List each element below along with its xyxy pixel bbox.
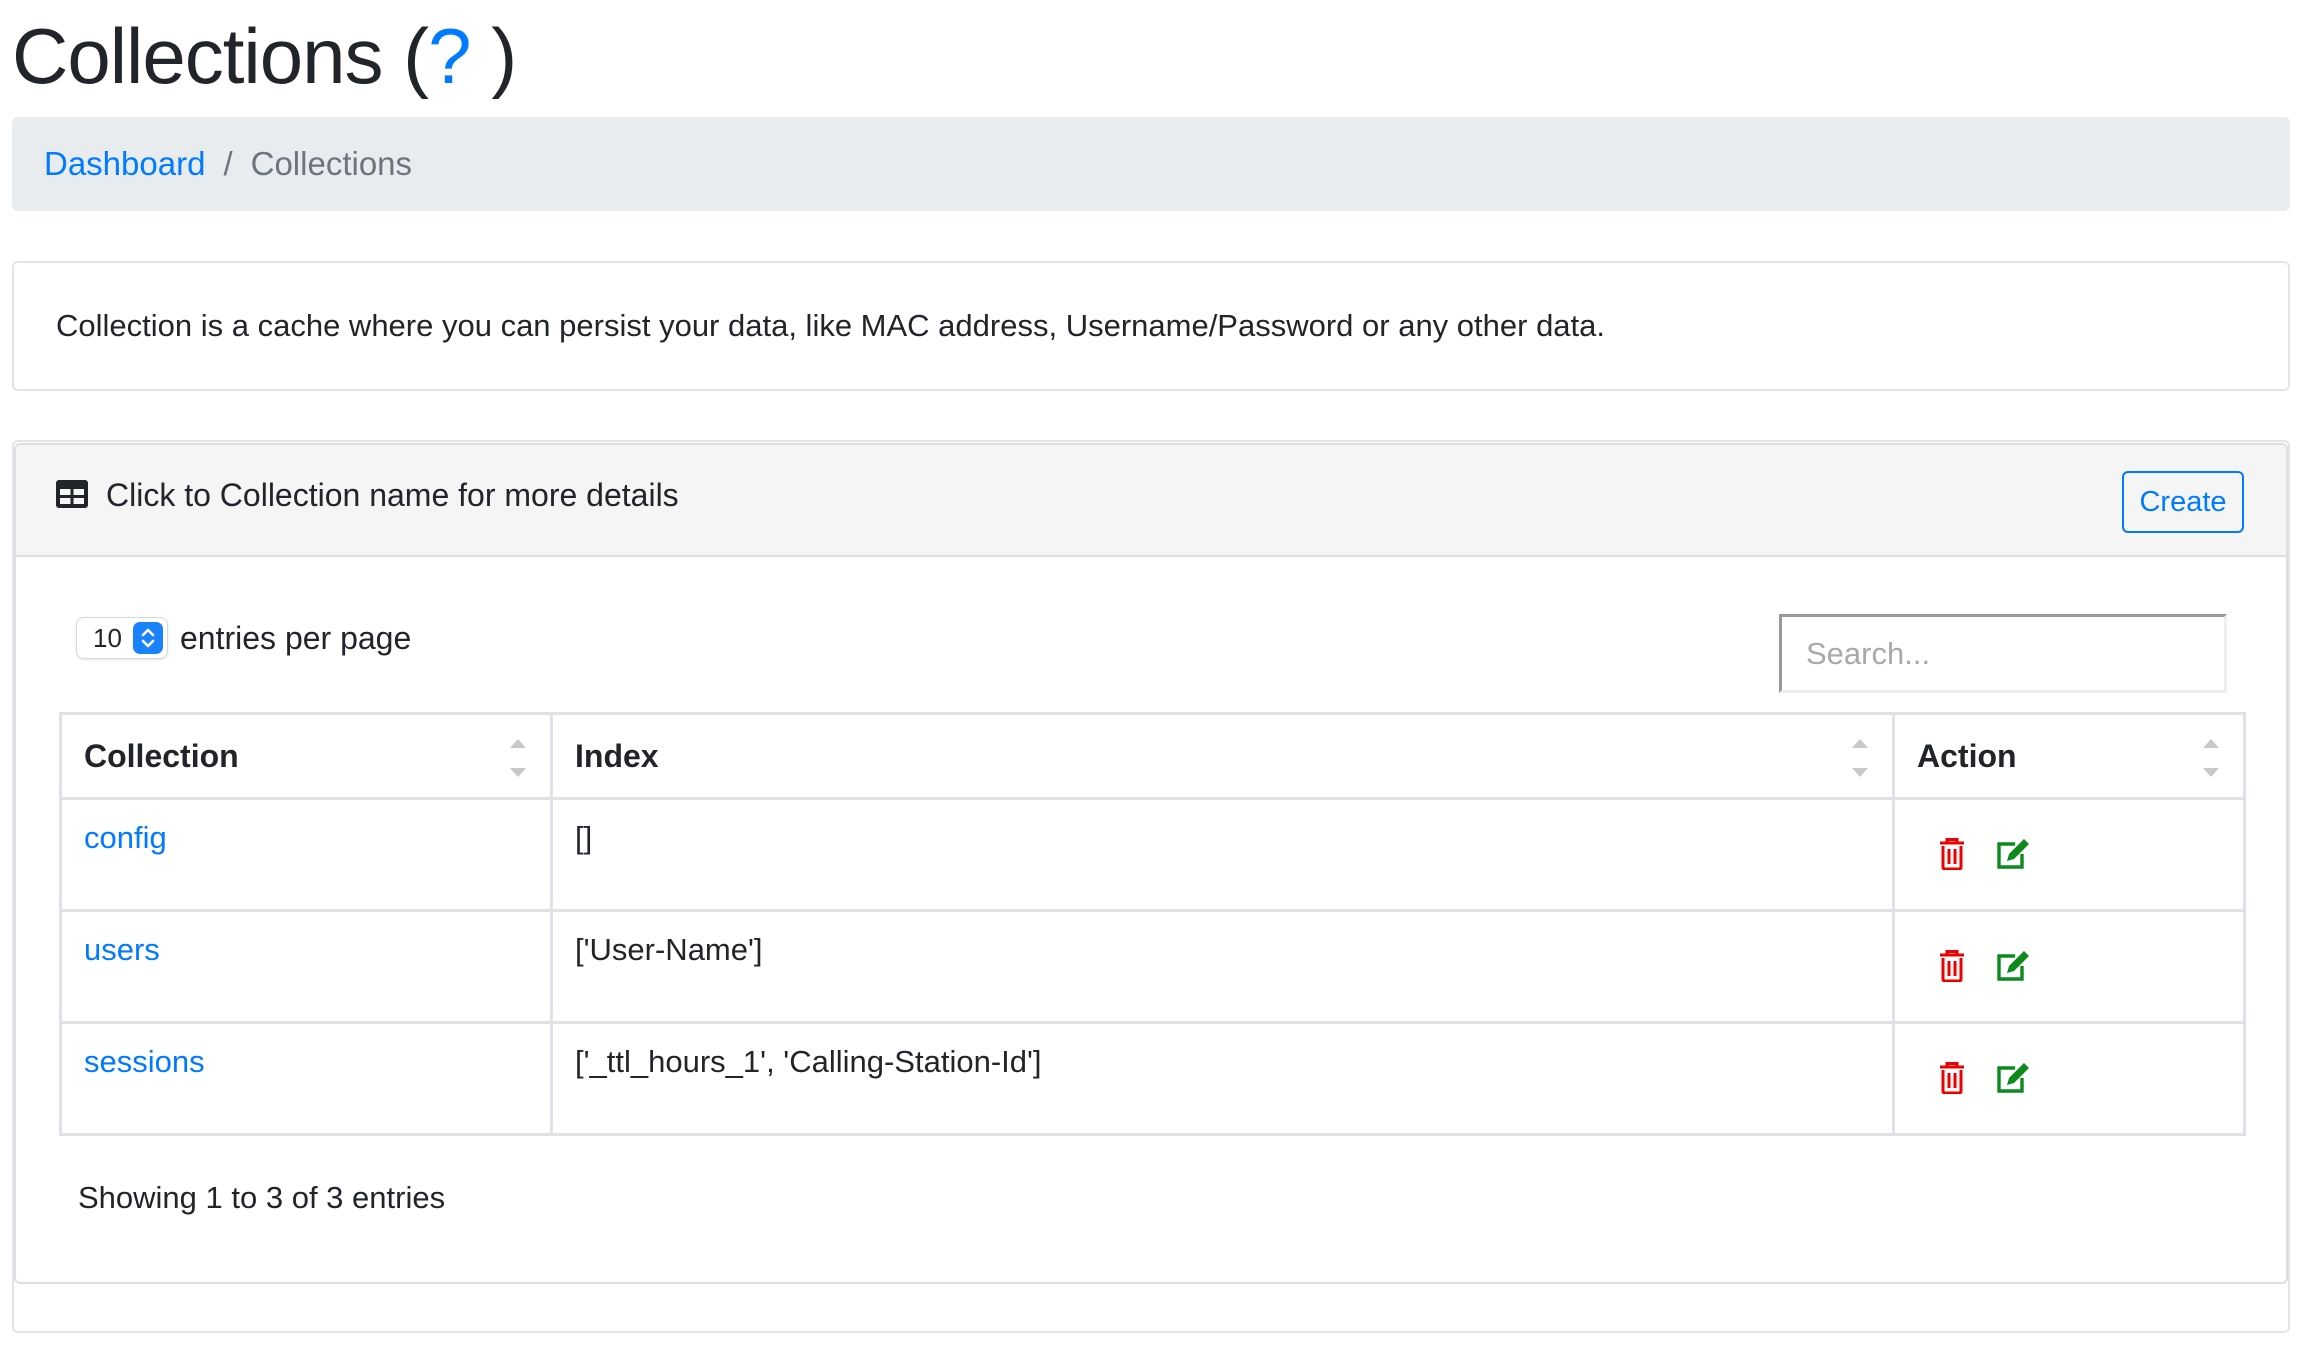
create-button[interactable]: Create (2122, 471, 2244, 533)
table-row: sessions ['_ttl_hours_1', 'Calling-Stati… (59, 1021, 2246, 1136)
table-header-row: Collection Index Action (59, 712, 2246, 800)
column-header-action[interactable]: Action (1892, 712, 2246, 800)
sort-icon (510, 739, 526, 777)
page-title-close: ) (470, 12, 517, 100)
trash-icon[interactable] (1939, 838, 1965, 870)
sort-icon (2203, 739, 2219, 777)
column-header-label: Index (575, 737, 659, 774)
breadcrumb-separator: / (223, 145, 233, 182)
collections-card: Click to Collection name for more detail… (14, 443, 2288, 1284)
collection-link-users[interactable]: users (84, 932, 160, 967)
edit-icon[interactable] (1995, 838, 2031, 870)
collection-link-config[interactable]: config (84, 820, 167, 855)
table-info: Showing 1 to 3 of 3 entries (78, 1180, 446, 1215)
column-header-collection[interactable]: Collection (59, 712, 553, 800)
collection-cell: sessions (59, 1021, 553, 1136)
table-row: config [] (59, 797, 2246, 912)
table-icon (56, 480, 88, 508)
action-cell (1892, 1021, 2246, 1136)
column-header-label: Action (1917, 737, 2017, 774)
help-link[interactable]: ? (428, 12, 471, 100)
column-header-label: Collection (84, 737, 239, 774)
index-cell: [] (550, 797, 1895, 912)
action-cell (1892, 797, 2246, 912)
collection-cell: users (59, 909, 553, 1024)
edit-icon[interactable] (1995, 1062, 2031, 1094)
search-input[interactable] (1779, 614, 2227, 693)
index-cell: ['_ttl_hours_1', 'Calling-Station-Id'] (550, 1021, 1895, 1136)
breadcrumb-current: Collections (250, 145, 413, 182)
index-cell: ['User-Name'] (550, 909, 1895, 1024)
edit-icon[interactable] (1995, 950, 2031, 982)
column-header-index[interactable]: Index (550, 712, 1895, 800)
per-page-value: 10 (93, 622, 122, 653)
collection-cell: config (59, 797, 553, 912)
page-title: Collections (? ) (12, 6, 517, 106)
trash-icon[interactable] (1939, 950, 1965, 982)
action-cell (1892, 909, 2246, 1024)
breadcrumb-dashboard[interactable]: Dashboard (44, 145, 205, 183)
card-header: Click to Collection name for more detail… (16, 445, 2286, 557)
card-header-text: Click to Collection name for more detail… (106, 477, 679, 513)
select-arrows-icon (133, 622, 163, 654)
description-text: Collection is a cache where you can pers… (56, 308, 1606, 343)
per-page-select[interactable]: 10 (76, 617, 168, 659)
collection-link-sessions[interactable]: sessions (84, 1044, 205, 1079)
collections-table: Collection Index Action config [] users … (59, 712, 2246, 1136)
per-page-control: 10 entries per page (76, 617, 411, 659)
page-title-text: Collections ( (12, 12, 429, 100)
breadcrumb: Dashboard / Collections (12, 117, 2290, 211)
description-card: Collection is a cache where you can pers… (12, 261, 2290, 391)
trash-icon[interactable] (1939, 1062, 1965, 1094)
table-row: users ['User-Name'] (59, 909, 2246, 1024)
per-page-label: entries per page (180, 619, 412, 656)
sort-icon (1852, 739, 1868, 777)
